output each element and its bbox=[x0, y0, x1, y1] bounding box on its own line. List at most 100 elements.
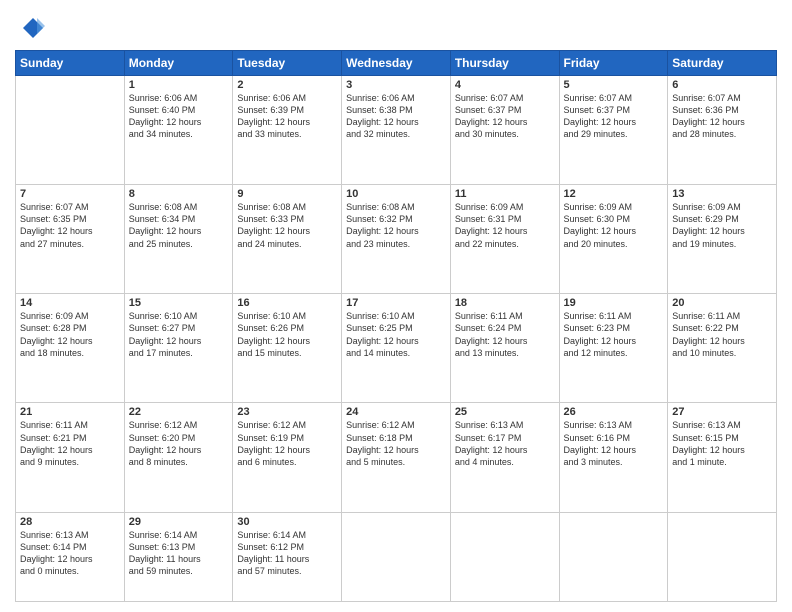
day-number: 25 bbox=[455, 406, 555, 418]
calendar-cell: 4Sunrise: 6:07 AM Sunset: 6:37 PM Daylig… bbox=[450, 76, 559, 185]
header bbox=[15, 10, 777, 44]
day-number: 17 bbox=[346, 297, 446, 309]
day-number: 3 bbox=[346, 79, 446, 91]
calendar-cell: 18Sunrise: 6:11 AM Sunset: 6:24 PM Dayli… bbox=[450, 294, 559, 403]
day-number: 9 bbox=[237, 188, 337, 200]
day-info: Sunrise: 6:06 AM Sunset: 6:39 PM Dayligh… bbox=[237, 92, 337, 141]
calendar-week-row: 28Sunrise: 6:13 AM Sunset: 6:14 PM Dayli… bbox=[16, 512, 777, 601]
logo-icon bbox=[15, 14, 45, 44]
day-number: 18 bbox=[455, 297, 555, 309]
day-info: Sunrise: 6:08 AM Sunset: 6:32 PM Dayligh… bbox=[346, 201, 446, 250]
day-number: 23 bbox=[237, 406, 337, 418]
weekday-header-thursday: Thursday bbox=[450, 51, 559, 76]
calendar-cell: 7Sunrise: 6:07 AM Sunset: 6:35 PM Daylig… bbox=[16, 185, 125, 294]
calendar-cell: 3Sunrise: 6:06 AM Sunset: 6:38 PM Daylig… bbox=[342, 76, 451, 185]
weekday-header-tuesday: Tuesday bbox=[233, 51, 342, 76]
day-info: Sunrise: 6:12 AM Sunset: 6:19 PM Dayligh… bbox=[237, 419, 337, 468]
calendar-cell: 27Sunrise: 6:13 AM Sunset: 6:15 PM Dayli… bbox=[668, 403, 777, 512]
calendar-cell: 28Sunrise: 6:13 AM Sunset: 6:14 PM Dayli… bbox=[16, 512, 125, 601]
day-number: 8 bbox=[129, 188, 229, 200]
day-info: Sunrise: 6:13 AM Sunset: 6:17 PM Dayligh… bbox=[455, 419, 555, 468]
day-number: 6 bbox=[672, 79, 772, 91]
day-number: 14 bbox=[20, 297, 120, 309]
calendar-cell: 5Sunrise: 6:07 AM Sunset: 6:37 PM Daylig… bbox=[559, 76, 668, 185]
calendar-cell: 8Sunrise: 6:08 AM Sunset: 6:34 PM Daylig… bbox=[124, 185, 233, 294]
calendar-cell: 9Sunrise: 6:08 AM Sunset: 6:33 PM Daylig… bbox=[233, 185, 342, 294]
day-info: Sunrise: 6:12 AM Sunset: 6:20 PM Dayligh… bbox=[129, 419, 229, 468]
calendar-cell: 24Sunrise: 6:12 AM Sunset: 6:18 PM Dayli… bbox=[342, 403, 451, 512]
day-number: 11 bbox=[455, 188, 555, 200]
day-info: Sunrise: 6:14 AM Sunset: 6:12 PM Dayligh… bbox=[237, 529, 337, 578]
day-info: Sunrise: 6:09 AM Sunset: 6:29 PM Dayligh… bbox=[672, 201, 772, 250]
calendar-cell: 11Sunrise: 6:09 AM Sunset: 6:31 PM Dayli… bbox=[450, 185, 559, 294]
day-number: 2 bbox=[237, 79, 337, 91]
calendar-cell: 17Sunrise: 6:10 AM Sunset: 6:25 PM Dayli… bbox=[342, 294, 451, 403]
day-info: Sunrise: 6:08 AM Sunset: 6:33 PM Dayligh… bbox=[237, 201, 337, 250]
day-info: Sunrise: 6:07 AM Sunset: 6:37 PM Dayligh… bbox=[564, 92, 664, 141]
day-info: Sunrise: 6:09 AM Sunset: 6:28 PM Dayligh… bbox=[20, 310, 120, 359]
calendar-cell: 10Sunrise: 6:08 AM Sunset: 6:32 PM Dayli… bbox=[342, 185, 451, 294]
day-info: Sunrise: 6:10 AM Sunset: 6:25 PM Dayligh… bbox=[346, 310, 446, 359]
calendar-cell: 14Sunrise: 6:09 AM Sunset: 6:28 PM Dayli… bbox=[16, 294, 125, 403]
calendar-cell bbox=[450, 512, 559, 601]
calendar-cell: 15Sunrise: 6:10 AM Sunset: 6:27 PM Dayli… bbox=[124, 294, 233, 403]
calendar-cell bbox=[668, 512, 777, 601]
day-number: 29 bbox=[129, 516, 229, 528]
calendar-cell: 13Sunrise: 6:09 AM Sunset: 6:29 PM Dayli… bbox=[668, 185, 777, 294]
calendar-cell: 2Sunrise: 6:06 AM Sunset: 6:39 PM Daylig… bbox=[233, 76, 342, 185]
day-info: Sunrise: 6:12 AM Sunset: 6:18 PM Dayligh… bbox=[346, 419, 446, 468]
day-info: Sunrise: 6:11 AM Sunset: 6:22 PM Dayligh… bbox=[672, 310, 772, 359]
day-number: 27 bbox=[672, 406, 772, 418]
calendar-cell bbox=[16, 76, 125, 185]
day-number: 19 bbox=[564, 297, 664, 309]
day-number: 5 bbox=[564, 79, 664, 91]
day-info: Sunrise: 6:10 AM Sunset: 6:27 PM Dayligh… bbox=[129, 310, 229, 359]
calendar-cell: 29Sunrise: 6:14 AM Sunset: 6:13 PM Dayli… bbox=[124, 512, 233, 601]
weekday-header-friday: Friday bbox=[559, 51, 668, 76]
calendar-cell: 16Sunrise: 6:10 AM Sunset: 6:26 PM Dayli… bbox=[233, 294, 342, 403]
day-info: Sunrise: 6:13 AM Sunset: 6:16 PM Dayligh… bbox=[564, 419, 664, 468]
calendar-cell: 19Sunrise: 6:11 AM Sunset: 6:23 PM Dayli… bbox=[559, 294, 668, 403]
day-number: 7 bbox=[20, 188, 120, 200]
calendar-cell bbox=[559, 512, 668, 601]
day-info: Sunrise: 6:08 AM Sunset: 6:34 PM Dayligh… bbox=[129, 201, 229, 250]
calendar-cell: 25Sunrise: 6:13 AM Sunset: 6:17 PM Dayli… bbox=[450, 403, 559, 512]
weekday-header-saturday: Saturday bbox=[668, 51, 777, 76]
day-info: Sunrise: 6:09 AM Sunset: 6:31 PM Dayligh… bbox=[455, 201, 555, 250]
day-number: 15 bbox=[129, 297, 229, 309]
day-info: Sunrise: 6:13 AM Sunset: 6:15 PM Dayligh… bbox=[672, 419, 772, 468]
calendar-week-row: 21Sunrise: 6:11 AM Sunset: 6:21 PM Dayli… bbox=[16, 403, 777, 512]
day-number: 4 bbox=[455, 79, 555, 91]
day-number: 22 bbox=[129, 406, 229, 418]
day-info: Sunrise: 6:07 AM Sunset: 6:36 PM Dayligh… bbox=[672, 92, 772, 141]
day-info: Sunrise: 6:06 AM Sunset: 6:40 PM Dayligh… bbox=[129, 92, 229, 141]
calendar-cell: 20Sunrise: 6:11 AM Sunset: 6:22 PM Dayli… bbox=[668, 294, 777, 403]
calendar-week-row: 7Sunrise: 6:07 AM Sunset: 6:35 PM Daylig… bbox=[16, 185, 777, 294]
day-info: Sunrise: 6:10 AM Sunset: 6:26 PM Dayligh… bbox=[237, 310, 337, 359]
weekday-header-wednesday: Wednesday bbox=[342, 51, 451, 76]
day-number: 20 bbox=[672, 297, 772, 309]
day-info: Sunrise: 6:11 AM Sunset: 6:23 PM Dayligh… bbox=[564, 310, 664, 359]
calendar-header-row: SundayMondayTuesdayWednesdayThursdayFrid… bbox=[16, 51, 777, 76]
day-info: Sunrise: 6:06 AM Sunset: 6:38 PM Dayligh… bbox=[346, 92, 446, 141]
calendar-cell: 22Sunrise: 6:12 AM Sunset: 6:20 PM Dayli… bbox=[124, 403, 233, 512]
calendar-cell: 1Sunrise: 6:06 AM Sunset: 6:40 PM Daylig… bbox=[124, 76, 233, 185]
day-info: Sunrise: 6:09 AM Sunset: 6:30 PM Dayligh… bbox=[564, 201, 664, 250]
day-number: 26 bbox=[564, 406, 664, 418]
calendar-week-row: 14Sunrise: 6:09 AM Sunset: 6:28 PM Dayli… bbox=[16, 294, 777, 403]
calendar-cell: 6Sunrise: 6:07 AM Sunset: 6:36 PM Daylig… bbox=[668, 76, 777, 185]
day-number: 28 bbox=[20, 516, 120, 528]
day-info: Sunrise: 6:11 AM Sunset: 6:21 PM Dayligh… bbox=[20, 419, 120, 468]
calendar-cell: 23Sunrise: 6:12 AM Sunset: 6:19 PM Dayli… bbox=[233, 403, 342, 512]
day-number: 12 bbox=[564, 188, 664, 200]
page: SundayMondayTuesdayWednesdayThursdayFrid… bbox=[0, 0, 792, 612]
calendar-cell: 21Sunrise: 6:11 AM Sunset: 6:21 PM Dayli… bbox=[16, 403, 125, 512]
calendar-cell: 30Sunrise: 6:14 AM Sunset: 6:12 PM Dayli… bbox=[233, 512, 342, 601]
calendar-cell: 26Sunrise: 6:13 AM Sunset: 6:16 PM Dayli… bbox=[559, 403, 668, 512]
calendar-cell bbox=[342, 512, 451, 601]
day-info: Sunrise: 6:13 AM Sunset: 6:14 PM Dayligh… bbox=[20, 529, 120, 578]
day-info: Sunrise: 6:07 AM Sunset: 6:35 PM Dayligh… bbox=[20, 201, 120, 250]
calendar-table: SundayMondayTuesdayWednesdayThursdayFrid… bbox=[15, 50, 777, 602]
day-number: 16 bbox=[237, 297, 337, 309]
day-number: 30 bbox=[237, 516, 337, 528]
